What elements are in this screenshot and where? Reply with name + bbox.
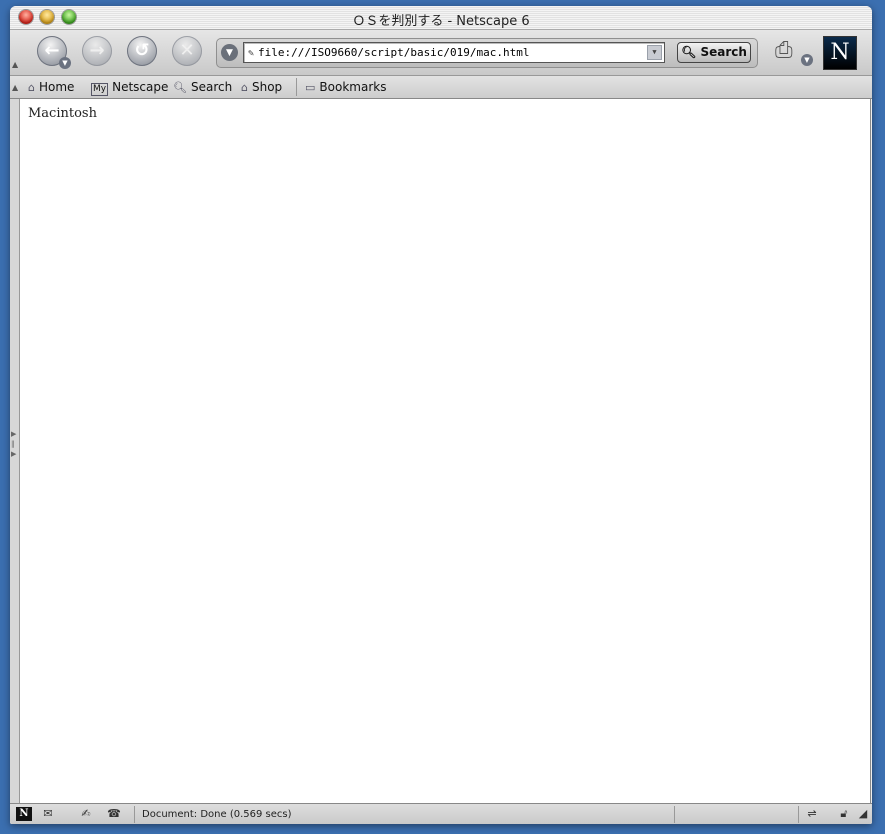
online-status-icon[interactable]: ⇌	[804, 807, 820, 821]
search-button[interactable]: 🔍︎ Search	[677, 42, 751, 63]
stop-button[interactable]: ✕	[172, 36, 202, 66]
magnifier-icon: 🔍︎	[173, 81, 187, 94]
reload-icon: ↺	[134, 40, 150, 61]
status-divider	[798, 806, 799, 823]
netscape-component-icon[interactable]: N	[16, 807, 32, 821]
page-proxy-icon[interactable]: ✎	[244, 44, 258, 62]
window-title: ＯＳを判別する - Netscape 6	[352, 14, 530, 29]
toolbar-collapse-grip[interactable]: ▲	[12, 60, 19, 69]
reload-button[interactable]: ↺	[127, 36, 157, 66]
personal-toolbar-item-search[interactable]: 🔍︎ Search	[173, 78, 232, 96]
mail-icon[interactable]: ✉	[40, 807, 56, 821]
title-bar[interactable]: ＯＳを判別する - Netscape 6	[10, 6, 872, 30]
personal-toolbar-item-bookmarks[interactable]: ▭ Bookmarks	[305, 78, 386, 96]
sidebar-strip[interactable]: ▶ ‖ ▶	[10, 99, 20, 803]
forward-arrow-icon: →	[89, 40, 105, 61]
url-history-icon[interactable]: ▼	[221, 44, 238, 61]
back-arrow-icon: ←	[44, 40, 60, 61]
folder-icon: ▭	[305, 81, 316, 94]
print-button[interactable]: ⎙ ▼	[775, 38, 815, 68]
url-dropdown-icon[interactable]: ▼	[647, 45, 662, 60]
status-bar: N ✉ ✍ ☎ Document: Done (0.569 secs) ⇌ 🔓︎…	[10, 803, 872, 824]
stop-icon: ✕	[179, 40, 195, 61]
address-book-icon[interactable]: ☎	[106, 807, 122, 821]
personal-toolbar-item-shop[interactable]: ⌂ Shop	[241, 78, 282, 96]
print-dropdown-icon[interactable]: ▼	[801, 54, 813, 66]
search-icon: 🔍︎	[681, 45, 697, 59]
personal-toolbar-item-netscape[interactable]: My Netscape	[91, 78, 168, 96]
shop-icon: ⌂	[241, 81, 248, 94]
url-text: file:///ISO9660/script/basic/019/mac.htm…	[258, 46, 530, 59]
status-text: Document: Done (0.569 secs)	[142, 809, 292, 820]
personal-toolbar-grip[interactable]: ▲	[12, 83, 19, 92]
personal-toolbar-divider	[296, 78, 297, 96]
url-bar-group: ▼ ✎ file:///ISO9660/script/basic/019/mac.…	[216, 38, 758, 68]
page-text: Macintosh	[28, 106, 97, 121]
netscape-logo[interactable]: N	[823, 36, 857, 70]
my-netscape-icon: My	[91, 83, 109, 96]
home-icon: ⌂	[28, 81, 35, 94]
search-button-label: Search	[700, 45, 747, 59]
security-lock-icon[interactable]: 🔓︎	[836, 807, 852, 821]
resize-grip-icon[interactable]: ◢	[855, 807, 871, 821]
printer-icon: ⎙	[775, 38, 793, 63]
navigation-toolbar: ▲ ← ▼ → ↺ ✕ ▼ ✎ file:///ISO9660/script/ba…	[10, 30, 872, 76]
forward-button[interactable]: →	[82, 36, 112, 66]
browser-window: ＯＳを判別する - Netscape 6 ▲ ← ▼ → ↺ ✕ ▼ ✎ file…	[10, 6, 872, 824]
personal-toolbar: ▲ ⌂ Home My Netscape 🔍︎ Search ⌂ Shop ▭ Bookm…	[10, 76, 872, 99]
status-divider	[134, 806, 135, 823]
back-button[interactable]: ← ▼	[37, 36, 71, 69]
page-content: Macintosh	[20, 99, 871, 803]
back-history-dropdown-icon[interactable]: ▼	[59, 57, 71, 69]
status-divider	[674, 806, 675, 823]
composer-icon[interactable]: ✍	[78, 807, 94, 821]
sidebar-toggle-grip[interactable]: ▶ ‖ ▶	[11, 429, 18, 469]
personal-toolbar-item-home[interactable]: ⌂ Home	[28, 78, 74, 96]
url-input[interactable]: ✎ file:///ISO9660/script/basic/019/mac.ht…	[243, 42, 665, 63]
